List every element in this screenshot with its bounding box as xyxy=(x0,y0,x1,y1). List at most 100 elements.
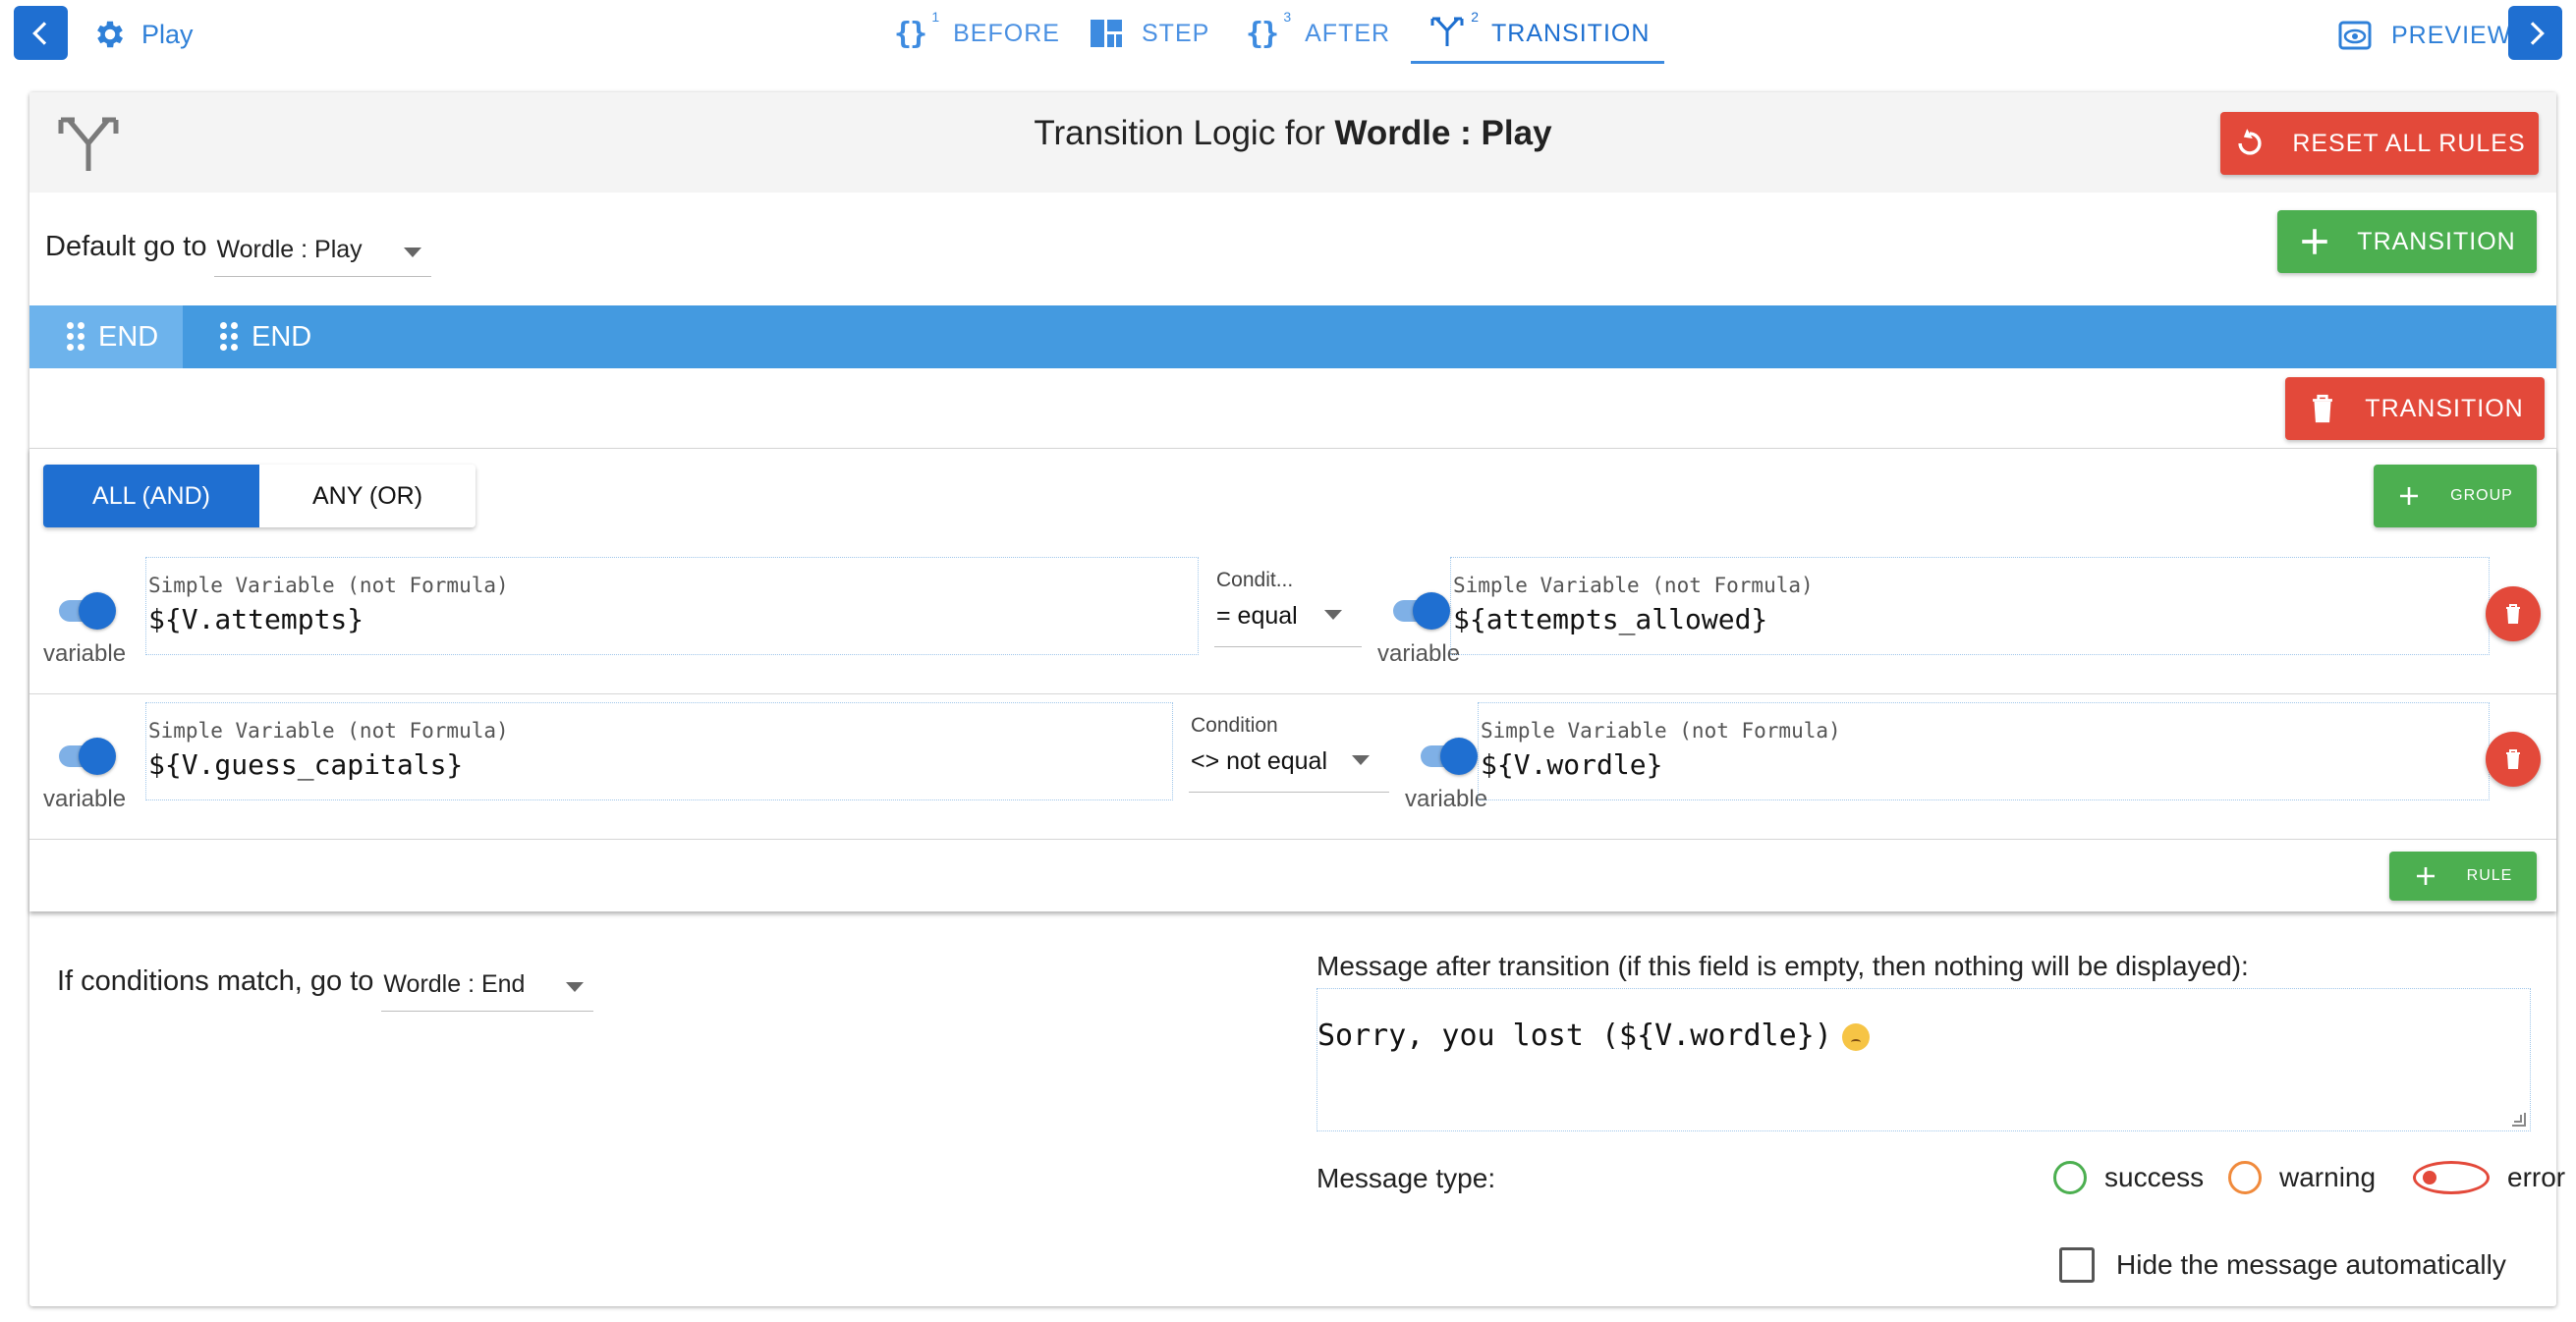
tab-step-label: STEP xyxy=(1142,19,1210,47)
tab-before-label: BEFORE xyxy=(953,19,1060,47)
transition-tab-label: END xyxy=(98,320,159,353)
right-variable-field[interactable]: Simple Variable (not Formula) ${V.wordle… xyxy=(1478,702,2490,800)
back-button[interactable] xyxy=(14,6,68,60)
tab-step[interactable]: STEP xyxy=(1091,8,1209,59)
fork-icon: 2 xyxy=(1430,9,1479,53)
add-transition-label: TRANSITION xyxy=(2357,227,2516,255)
field-value: ${V.guess_capitals} xyxy=(148,748,464,781)
match-destination-row: If conditions match, go to Wordle : End xyxy=(57,957,594,1012)
default-destination-select[interactable]: Wordle : Play xyxy=(214,236,431,277)
delete-rule-button[interactable] xyxy=(2486,586,2541,641)
delete-transition-button[interactable]: TRANSITION xyxy=(2285,377,2545,440)
default-go-to-label: Default go to xyxy=(45,231,207,262)
default-destination-row: Default go to Wordle : Play xyxy=(45,222,431,277)
condition-value: <> not equal xyxy=(1191,747,1328,775)
trash-icon xyxy=(2506,604,2520,624)
braces-icon: {} 3 xyxy=(1246,8,1292,51)
transition-tab-end-1[interactable]: END xyxy=(29,305,183,368)
add-group-label: GROUP xyxy=(2450,487,2513,504)
eye-icon xyxy=(2338,21,2372,50)
variable-toggle[interactable] xyxy=(1421,738,1478,775)
add-transition-button[interactable]: TRANSITION xyxy=(2277,210,2537,273)
radio-error[interactable]: error xyxy=(2405,1161,2565,1194)
chevron-right-icon xyxy=(2530,21,2545,45)
preview-link[interactable]: PREVIEW xyxy=(2338,14,2511,57)
crying-face-icon xyxy=(1841,1022,1870,1051)
tab-after-label: AFTER xyxy=(1305,19,1391,47)
default-destination-value: Wordle : Play xyxy=(216,236,363,263)
radio-label: error xyxy=(2507,1162,2566,1192)
add-rule-label: RULE xyxy=(2466,867,2513,884)
message-textarea[interactable]: Sorry, you lost (${V.wordle}) xyxy=(1316,988,2531,1131)
page-title: Transition Logic for Wordle : Play xyxy=(1034,114,1552,152)
caret-down-icon xyxy=(566,982,585,992)
radio-circle-icon xyxy=(2228,1161,2262,1194)
radio-label: success xyxy=(2104,1162,2205,1192)
radio-success[interactable]: success xyxy=(2053,1161,2204,1194)
delete-rule-button[interactable] xyxy=(2486,732,2541,787)
transition-tab-bar: END END xyxy=(29,305,2556,368)
left-variable-field[interactable]: Simple Variable (not Formula) ${V.attemp… xyxy=(145,557,1199,655)
play-label: Play xyxy=(141,19,194,49)
field-label: Simple Variable (not Formula) xyxy=(148,574,509,597)
match-destination-select[interactable]: Wordle : End xyxy=(381,970,594,1012)
tab-before[interactable]: {} 1 BEFORE xyxy=(894,8,1060,59)
transition-tab-end-2[interactable]: END xyxy=(183,305,336,368)
grid-layout-icon xyxy=(1091,20,1122,47)
toggle-label: variable xyxy=(1405,786,1488,812)
match-destination-value: Wordle : End xyxy=(383,970,526,998)
condition-value: = equal xyxy=(1216,602,1298,630)
trash-icon xyxy=(2313,394,2333,423)
condition-select[interactable]: Condit... = equal xyxy=(1214,569,1362,647)
field-value: ${V.attempts} xyxy=(148,603,364,635)
right-variable-field[interactable]: Simple Variable (not Formula) ${attempts… xyxy=(1450,557,2490,655)
any-or-button[interactable]: ANY (OR) xyxy=(259,465,476,527)
trash-icon xyxy=(2506,749,2520,769)
field-label: Simple Variable (not Formula) xyxy=(148,719,509,743)
play-settings-link[interactable]: Play xyxy=(92,14,194,55)
active-tab-indicator xyxy=(1411,61,1664,64)
field-label: Simple Variable (not Formula) xyxy=(1453,574,1814,597)
transition-tab-label: END xyxy=(252,320,312,353)
radio-warning[interactable]: warning xyxy=(2228,1161,2376,1194)
field-label: Simple Variable (not Formula) xyxy=(1481,719,1841,743)
rules-group: ALL (AND) ANY (OR) GROUP variable Simple… xyxy=(29,448,2556,911)
radio-selected-icon xyxy=(2413,1161,2490,1194)
reset-all-rules-button[interactable]: RESET ALL RULES xyxy=(2220,112,2539,175)
condition-select[interactable]: Condition <> not equal xyxy=(1189,714,1389,793)
condition-label: Condit... xyxy=(1216,569,1294,591)
message-text: Sorry, you lost (${V.wordle}) xyxy=(1317,1019,1832,1053)
add-rule-button[interactable]: RULE xyxy=(2389,852,2537,901)
all-and-button[interactable]: ALL (AND) xyxy=(43,465,259,527)
field-value: ${attempts_allowed} xyxy=(1453,603,1768,635)
checkbox[interactable] xyxy=(2059,1247,2095,1283)
tab-after[interactable]: {} 3 AFTER xyxy=(1246,8,1390,59)
radio-circle-icon xyxy=(2053,1161,2087,1194)
drag-handle-icon[interactable] xyxy=(67,322,84,352)
hide-message-label: Hide the message automatically xyxy=(2116,1249,2506,1280)
left-variable-field[interactable]: Simple Variable (not Formula) ${V.guess_… xyxy=(145,702,1173,800)
rule-row: variable Simple Variable (not Formula) $… xyxy=(29,694,2556,840)
variable-toggle[interactable] xyxy=(59,592,116,630)
condition-label: Condition xyxy=(1191,714,1278,737)
logic-toggle: ALL (AND) ANY (OR) xyxy=(43,465,476,527)
variable-toggle[interactable] xyxy=(1393,592,1450,630)
resize-handle-icon[interactable] xyxy=(2512,1113,2526,1127)
delete-transition-label: TRANSITION xyxy=(2365,394,2524,422)
variable-toggle[interactable] xyxy=(59,738,116,775)
card-header: Transition Logic for Wordle : Play RESET… xyxy=(29,92,2556,193)
plus-icon xyxy=(2302,229,2328,254)
match-go-to-label: If conditions match, go to xyxy=(57,965,374,997)
forward-button[interactable] xyxy=(2508,6,2562,60)
braces-icon: {} 1 xyxy=(894,8,940,51)
add-group-button[interactable]: GROUP xyxy=(2374,465,2537,527)
hide-message-checkbox-row[interactable]: Hide the message automatically xyxy=(2059,1247,2506,1283)
drag-handle-icon[interactable] xyxy=(220,322,238,352)
rule-row: variable Simple Variable (not Formula) $… xyxy=(29,549,2556,694)
tab-transition[interactable]: 2 TRANSITION xyxy=(1430,8,1650,59)
caret-down-icon xyxy=(1352,755,1370,765)
caret-down-icon xyxy=(403,248,421,257)
message-label: Message after transition (if this field … xyxy=(1316,951,2249,981)
radio-label: warning xyxy=(2279,1162,2377,1192)
toggle-label: variable xyxy=(43,786,127,812)
